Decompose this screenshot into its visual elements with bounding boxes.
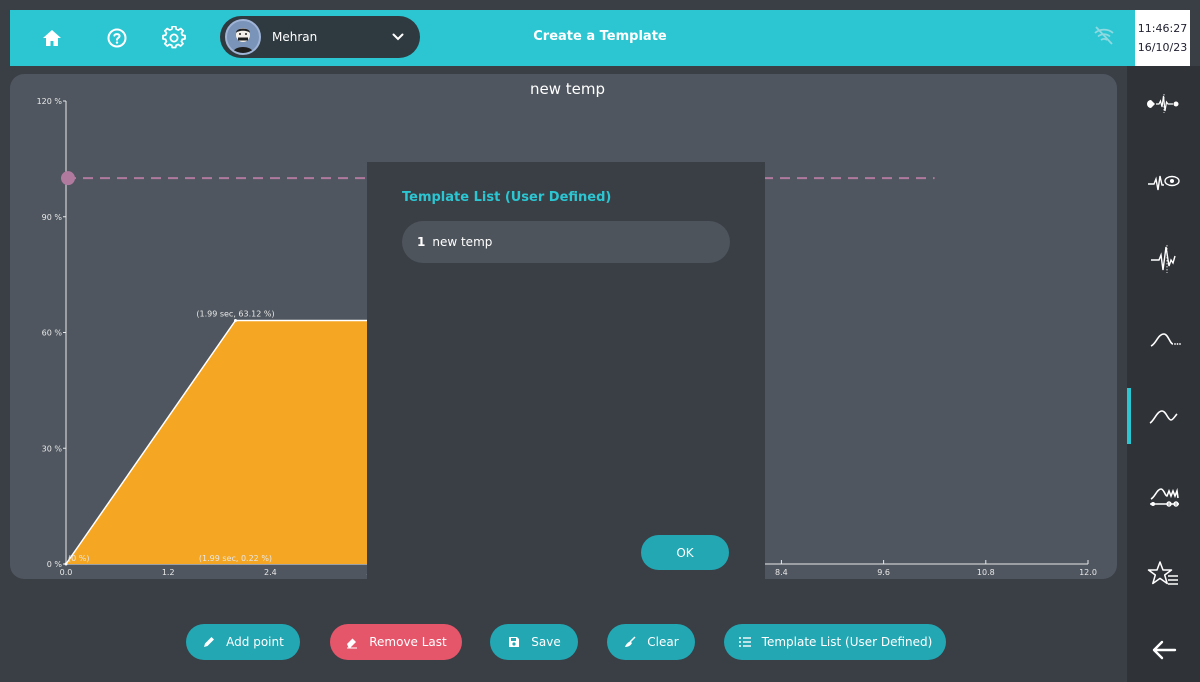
wifi-off-icon bbox=[1093, 26, 1115, 50]
template-list-dialog: Template List (User Defined) 1 new temp … bbox=[367, 162, 765, 582]
x-tick-label: 8.4 bbox=[775, 568, 788, 577]
x-tick-label: 12.0 bbox=[1079, 568, 1097, 577]
eraser-icon bbox=[345, 635, 359, 649]
template-list-item[interactable]: 1 new temp bbox=[402, 221, 730, 263]
x-tick-label: 1.2 bbox=[162, 568, 175, 577]
template-item-label: new temp bbox=[432, 235, 493, 249]
y-tick-label: 90 % bbox=[42, 213, 63, 222]
x-tick-label: 10.8 bbox=[977, 568, 995, 577]
floppy-icon bbox=[507, 635, 521, 649]
save-button[interactable]: Save bbox=[490, 624, 578, 660]
x-tick-label: 0.0 bbox=[60, 568, 73, 577]
broom-icon bbox=[623, 635, 637, 649]
dialog-title: Template List (User Defined) bbox=[402, 190, 612, 205]
back-arrow-icon[interactable] bbox=[1127, 620, 1200, 680]
y-tick-label: 30 % bbox=[42, 444, 63, 453]
add-point-label: Add point bbox=[226, 635, 284, 649]
template-item-number: 1 bbox=[417, 235, 426, 249]
list-icon bbox=[738, 635, 752, 649]
gear-icon[interactable] bbox=[160, 24, 188, 52]
avatar bbox=[225, 19, 261, 55]
user-selector[interactable]: Mehran bbox=[220, 16, 420, 58]
template-list-button[interactable]: Template List (User Defined) bbox=[724, 624, 946, 660]
clock-time: 11:46:27 bbox=[1137, 22, 1188, 35]
reference-marker bbox=[61, 171, 75, 186]
pulse-emitter-icon[interactable] bbox=[1127, 73, 1200, 133]
data-point bbox=[233, 318, 237, 322]
ramp-dotted-icon[interactable] bbox=[1127, 309, 1200, 369]
chevron-down-icon bbox=[392, 31, 404, 44]
right-rail bbox=[1127, 66, 1200, 682]
area-fill bbox=[66, 320, 373, 564]
ramp-nodes-icon[interactable] bbox=[1127, 468, 1200, 528]
clock: 11:46:27 16/10/23 bbox=[1135, 10, 1190, 66]
save-label: Save bbox=[531, 635, 561, 649]
remove-last-button[interactable]: Remove Last bbox=[330, 624, 462, 660]
clear-button[interactable]: Clear bbox=[607, 624, 695, 660]
ecg-pulse-icon[interactable] bbox=[1127, 229, 1200, 289]
clear-label: Clear bbox=[647, 635, 679, 649]
x-tick-label: 2.4 bbox=[264, 568, 277, 577]
clock-date: 16/10/23 bbox=[1137, 41, 1188, 54]
origin-annotation: (0 %) bbox=[68, 554, 89, 563]
user-name: Mehran bbox=[272, 30, 318, 44]
chart-title: new temp bbox=[529, 80, 605, 98]
help-icon[interactable] bbox=[103, 24, 131, 52]
remove-last-label: Remove Last bbox=[369, 635, 447, 649]
point-annotation: (1.99 sec, 63.12 %) bbox=[196, 309, 274, 318]
ok-button[interactable]: OK bbox=[641, 535, 729, 570]
home-icon[interactable] bbox=[38, 24, 66, 52]
template-list-label: Template List (User Defined) bbox=[761, 635, 933, 649]
favorites-list-icon[interactable] bbox=[1127, 544, 1200, 604]
ramp-check-icon[interactable] bbox=[1127, 386, 1200, 446]
x-tick-label: 9.6 bbox=[877, 568, 890, 577]
top-bar: Mehran Create a Template 11:46:27 16/10/… bbox=[10, 10, 1190, 66]
baseline-annotation: (1.99 sec, 0.22 %) bbox=[199, 554, 272, 563]
y-tick-label: 60 % bbox=[42, 329, 63, 338]
pulse-eye-icon[interactable] bbox=[1127, 153, 1200, 213]
y-tick-label: 120 % bbox=[37, 97, 63, 106]
add-point-button[interactable]: Add point bbox=[186, 624, 300, 660]
pencil-icon bbox=[202, 635, 216, 649]
